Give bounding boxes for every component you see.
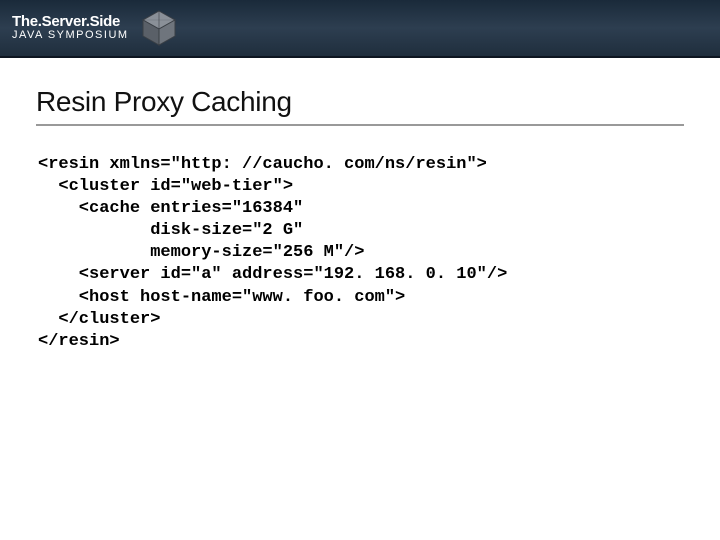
- logo-text: The.Server.Side JAVA SYMPOSIUM: [12, 14, 129, 41]
- logo-line1: The.Server.Side: [12, 14, 129, 30]
- logo-block: The.Server.Side JAVA SYMPOSIUM: [12, 8, 179, 48]
- slide-content: Resin Proxy Caching <resin xmlns="http: …: [0, 58, 720, 353]
- slide-title: Resin Proxy Caching: [36, 86, 684, 126]
- logo-line2: JAVA SYMPOSIUM: [12, 30, 129, 42]
- cube-icon: [139, 8, 179, 48]
- header-bar: The.Server.Side JAVA SYMPOSIUM: [0, 0, 720, 58]
- code-block: <resin xmlns="http: //caucho. com/ns/res…: [36, 154, 684, 353]
